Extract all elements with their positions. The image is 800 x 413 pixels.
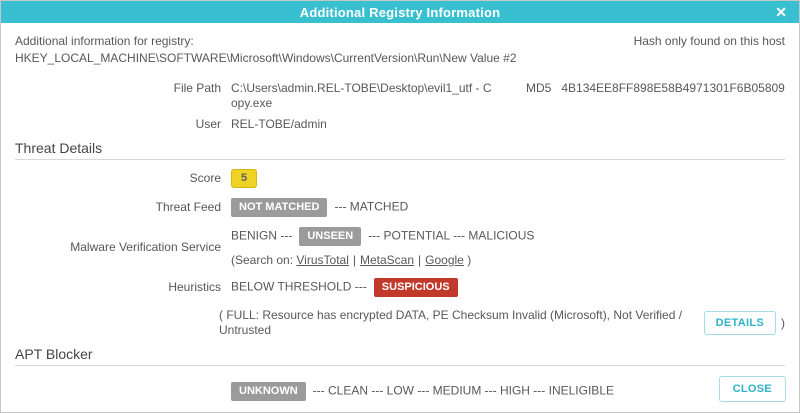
heuristics-full-note: ( FULL: Resource has encrypted DATA, PE … [219,308,785,338]
virustotal-link[interactable]: VirusTotal [296,253,348,267]
mvs-scale-before: BENIGN --- [231,228,293,243]
registry-path: HKEY_LOCAL_MACHINE\SOFTWARE\Microsoft\Wi… [15,51,517,65]
score-badge: 5 [231,169,258,188]
mvs-scale-after: --- POTENTIAL --- MALICIOUS [368,228,535,243]
mvs-badge: UNSEEN [299,227,362,246]
dialog-content: Additional information for registry: HKE… [1,23,799,401]
score-label: Score [189,171,221,185]
user-value: REL-TOBE/admin [231,117,327,131]
heuristics-badge: SUSPICIOUS [373,278,458,297]
threat-feed-row: Threat Feed NOT MATCHED --- MATCHED [15,198,785,217]
threat-feed-scale: --- MATCHED [334,199,409,214]
apt-blocker-row: UNKNOWN --- CLEAN --- LOW --- MEDIUM --- … [15,382,785,401]
link-separator: | [418,253,422,267]
heuristics-label: Heuristics [168,280,221,294]
registry-info-label: Additional information for registry: [15,34,194,48]
search-on-line: (Search on: VirusTotal | MetaScan | Google ) [231,253,534,268]
md5-label: MD5 [526,81,552,95]
user-row: User REL-TOBE/admin [15,117,785,132]
apt-blocker-scale: --- CLEAN --- LOW --- MEDIUM --- HIGH --… [312,383,614,398]
threat-feed-badge: NOT MATCHED [231,198,328,217]
dialog-titlebar: Additional Registry Information ✕ [1,1,799,23]
search-on-prefix: (Search on: [231,253,294,267]
threat-details-section-title: Threat Details [15,140,103,156]
score-row: Score 5 [15,169,785,188]
user-label: User [195,117,221,131]
malware-verification-row: Malware Verification Service BENIGN --- U… [15,227,785,268]
malware-verification-label: Malware Verification Service [70,240,221,254]
additional-registry-info-dialog: Additional Registry Information ✕ Additi… [0,0,800,413]
threat-details-divider [15,159,785,160]
file-path-line2: opy.exe [231,96,273,110]
threat-feed-label: Threat Feed [155,200,221,214]
malware-verification-scale: BENIGN --- UNSEEN --- POTENTIAL --- MALICI… [231,227,534,246]
heuristics-scale-before: BELOW THRESHOLD --- [231,279,367,294]
file-path-label: File Path [173,81,221,95]
search-on-suffix: ) [467,253,472,267]
md5-value: 4B134EE8FF898E58B4971301F6B05809 [561,81,785,95]
heuristics-row: Heuristics BELOW THRESHOLD --- SUSPICIOUS [15,278,785,297]
file-path-value: C:\Users\admin.REL-TOBE\Desktop\evil1_ut… [231,81,492,111]
registry-info-header: Additional information for registry: HKE… [15,33,785,67]
metascan-link[interactable]: MetaScan [360,253,414,267]
close-icon[interactable]: ✕ [775,2,787,22]
link-separator: | [352,253,356,267]
hash-note: Hash only found on this host [633,34,785,48]
md5-group: MD5 4B134EE8FF898E58B4971301F6B05809 [526,81,785,96]
apt-blocker-section-title: APT Blocker [15,346,93,362]
apt-blocker-divider [15,365,785,366]
file-path-row: File Path C:\Users\admin.REL-TOBE\Deskto… [15,81,785,111]
full-note-suffix: ) [781,315,785,330]
details-button[interactable]: DETAILS [703,311,776,335]
apt-blocker-badge: UNKNOWN [231,382,306,401]
close-button[interactable]: CLOSE [718,376,786,402]
full-note-text: ( FULL: Resource has encrypted DATA, PE … [219,308,683,337]
dialog-title: Additional Registry Information [299,4,501,20]
file-path-line1: C:\Users\admin.REL-TOBE\Desktop\evil1_ut… [231,81,492,95]
google-link[interactable]: Google [425,253,464,267]
